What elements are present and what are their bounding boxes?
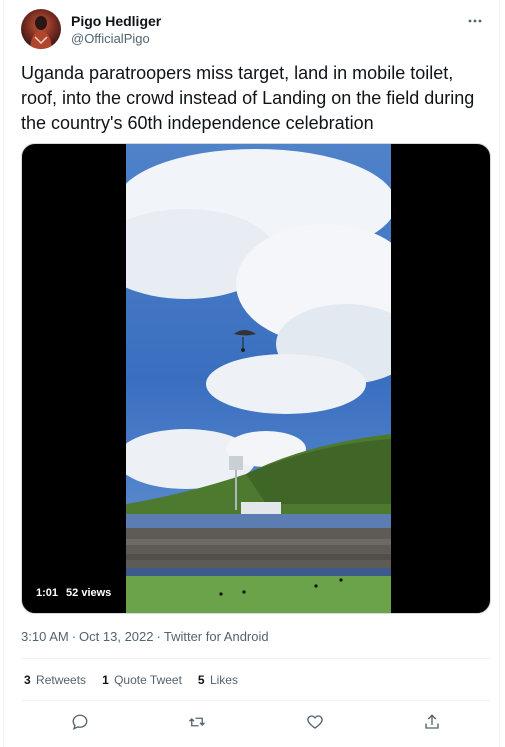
video-player[interactable]: 1:01 52 views <box>21 143 491 614</box>
tweet-text: Uganda paratroopers miss target, land in… <box>21 63 475 133</box>
video-views: 52 views <box>66 587 112 599</box>
divider <box>21 700 491 701</box>
action-bar <box>21 708 491 736</box>
tweet-source[interactable]: Twitter for Android <box>164 629 269 644</box>
retweets-count: 3 <box>24 673 31 687</box>
meta-separator: · <box>156 629 161 644</box>
tweet-date[interactable]: Oct 13, 2022 <box>79 629 153 644</box>
more-options-button[interactable] <box>465 11 485 31</box>
more-icon <box>468 19 482 23</box>
video-thumbnail <box>126 144 391 613</box>
retweet-icon <box>189 717 206 727</box>
like-button[interactable] <box>301 708 329 736</box>
author-handle[interactable]: @OfficialPigo <box>71 31 150 46</box>
reply-icon <box>72 714 88 731</box>
heart-icon <box>307 715 323 729</box>
divider <box>21 658 491 659</box>
quotes-count: 1 <box>102 673 109 687</box>
retweets-stat[interactable]: 3 Retweets <box>24 673 86 687</box>
tweet-meta: 3:10 AM · Oct 13, 2022 · Twitter for Android <box>21 629 269 644</box>
video-info: 1:01 52 views <box>32 585 123 601</box>
reply-button[interactable] <box>66 708 94 736</box>
retweets-label: Retweets <box>36 673 87 687</box>
share-icon <box>425 714 439 729</box>
quotes-stat[interactable]: 1 Quote Tweet <box>102 673 182 687</box>
avatar[interactable] <box>21 9 61 49</box>
retweet-button[interactable] <box>183 708 211 736</box>
tweet-time[interactable]: 3:10 AM <box>21 629 69 644</box>
author-name[interactable]: Pigo Hedliger <box>71 13 161 29</box>
likes-count: 5 <box>197 673 205 687</box>
likes-stat[interactable]: 5 Likes <box>198 673 238 687</box>
share-button[interactable] <box>418 708 446 736</box>
meta-separator: · <box>71 629 77 644</box>
quotes-label: Quote Tweet <box>114 673 182 687</box>
tweet-card: Pigo Hedliger @OfficialPigo Uganda parat… <box>3 0 500 747</box>
likes-label: Likes <box>209 673 238 687</box>
video-duration: 1:01 <box>36 587 59 599</box>
tweet-stats: 3 Retweets 1 Quote Tweet 5 Likes <box>24 673 238 687</box>
